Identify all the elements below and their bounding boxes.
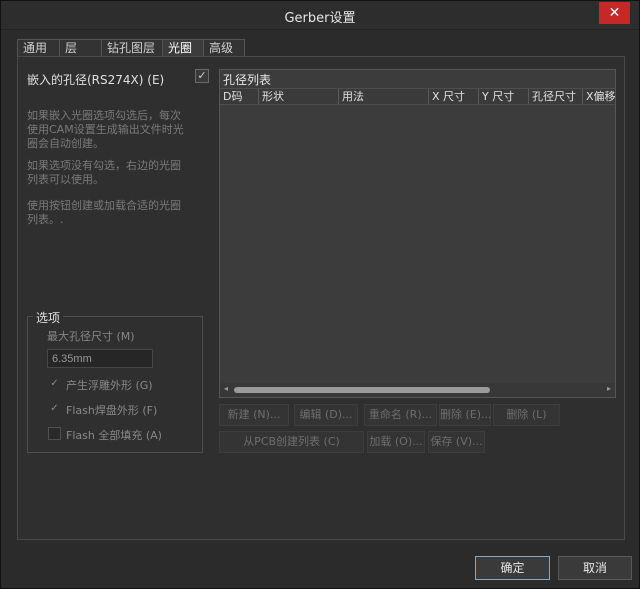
column-header-x-offset[interactable]: X偏移 (582, 89, 615, 104)
description-embedded: 如果嵌入光圈选项勾选后，每次 使用CAM设置生成输出文件时光 圈会自动创建。 (27, 109, 207, 151)
horizontal-scrollbar[interactable]: ◂ ▸ (220, 383, 615, 397)
description-unchecked: 如果选项没有勾选，右边的光圈 列表可以使用。 (27, 159, 207, 187)
description-line: 列表可以使用。 (27, 173, 104, 186)
embed-apertures-checkbox[interactable]: ✓ (195, 69, 209, 83)
scrollbar-thumb[interactable] (234, 387, 490, 393)
aperture-list-table[interactable]: 孔径列表 D码 形状 用法 X 尺寸 Y 尺寸 孔径尺寸 X偏移 ◂ ▸ (219, 69, 616, 398)
load-button[interactable]: 加载 (O)... (367, 431, 425, 453)
tab-advanced[interactable]: 高级 (203, 39, 245, 56)
embed-apertures-label: 嵌入的孔径(RS274X) (E) (27, 73, 165, 87)
delete-e-button[interactable]: 删除 (E)... (439, 404, 492, 426)
ok-button[interactable]: 确定 (475, 556, 550, 580)
column-header-hole-size[interactable]: 孔径尺寸 (528, 89, 583, 104)
flash-pad-shapes-label: Flash焊盘外形 (F) (66, 404, 158, 417)
gerber-settings-dialog: Gerber设置 ✕ 通用 层 钻孔图层 光圈 高级 嵌入的孔径(RS274X)… (0, 0, 640, 589)
flash-all-fills-checkbox[interactable] (48, 427, 61, 440)
title-bar: Gerber设置 ✕ (1, 1, 639, 30)
description-line: 圈会自动创建。 (27, 137, 104, 150)
close-icon: ✕ (608, 5, 621, 21)
checkmark-icon: ✓ (50, 403, 59, 414)
flash-all-fills-label: Flash 全部填充 (A) (66, 429, 162, 442)
cancel-button[interactable]: 取消 (558, 556, 632, 580)
description-line: 列表。. (27, 213, 64, 226)
tab-drill-drawing[interactable]: 钻孔图层 (101, 39, 163, 56)
new-button[interactable]: 新建 (N)... (219, 404, 289, 426)
edit-button[interactable]: 编辑 (D)... (294, 404, 358, 426)
description-line: 如果嵌入光圈选项勾选后，每次 (27, 109, 181, 122)
tab-layers[interactable]: 层 (59, 39, 102, 56)
column-header-y-size[interactable]: Y 尺寸 (478, 89, 529, 104)
max-aperture-label: 最大孔径尺寸 (M) (47, 330, 135, 343)
aperture-list-title: 孔径列表 (223, 73, 272, 87)
checkmark-icon: ✓ (197, 69, 207, 82)
options-group: 选项 最大孔径尺寸 (M) ✓ 产生浮雕外形 (G) ✓ Flash焊盘外形 (… (27, 309, 203, 453)
column-header-x-size[interactable]: X 尺寸 (428, 89, 479, 104)
flash-pad-shapes-checkbox[interactable]: ✓ (48, 402, 61, 415)
tab-general[interactable]: 通用 (17, 39, 60, 56)
scroll-right-icon[interactable]: ▸ (607, 384, 611, 393)
window-title: Gerber设置 (284, 11, 356, 26)
table-header: D码 形状 用法 X 尺寸 Y 尺寸 孔径尺寸 X偏移 (220, 88, 615, 105)
description-line: 如果选项没有勾选，右边的光圈 (27, 159, 181, 172)
save-button[interactable]: 保存 (V)... (428, 431, 485, 453)
relief-shapes-checkbox[interactable]: ✓ (48, 377, 61, 390)
scroll-left-icon[interactable]: ◂ (224, 384, 228, 393)
delete-l-button[interactable]: 删除 (L) (493, 404, 560, 426)
tab-apertures[interactable]: 光圈 (162, 39, 204, 57)
rename-button[interactable]: 重命名 (R)... (364, 404, 437, 426)
column-header-usage[interactable]: 用法 (338, 89, 428, 104)
description-line: 使用CAM设置生成输出文件时光 (27, 123, 184, 136)
column-header-dcode[interactable]: D码 (220, 89, 260, 104)
close-button[interactable]: ✕ (599, 2, 630, 24)
max-aperture-input[interactable] (47, 349, 153, 368)
description-line: 使用按钮创建或加载合适的光圈 (27, 199, 181, 212)
apertures-panel: 嵌入的孔径(RS274X) (E) ✓ 如果嵌入光圈选项勾选后，每次 使用CAM… (17, 56, 625, 540)
column-header-shape[interactable]: 形状 (258, 89, 339, 104)
relief-shapes-label: 产生浮雕外形 (G) (66, 379, 153, 392)
options-legend: 选项 (33, 309, 64, 326)
create-from-pcb-button[interactable]: 从PCB创建列表 (C) (219, 431, 364, 453)
checkmark-icon: ✓ (50, 378, 59, 389)
description-buttons: 使用按钮创建或加载合适的光圈 列表。. (27, 199, 207, 227)
